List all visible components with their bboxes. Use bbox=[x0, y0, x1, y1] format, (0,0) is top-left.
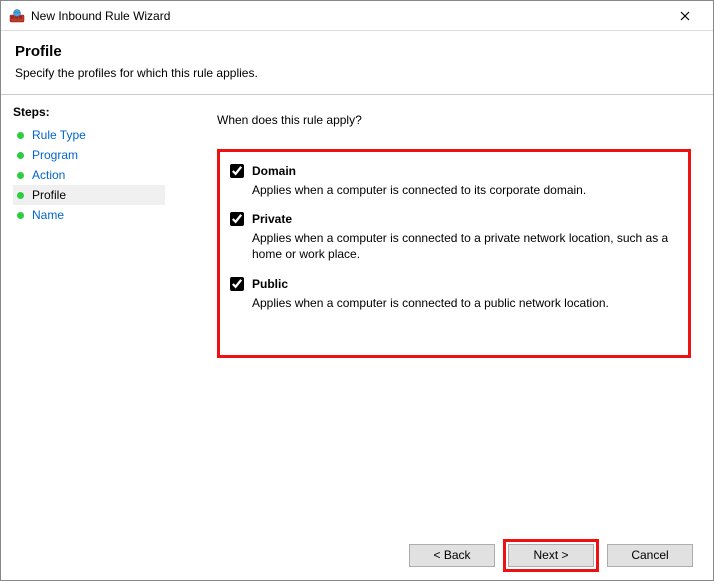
profile-option-domain: Domain Applies when a computer is connect… bbox=[230, 164, 678, 198]
page-subtitle: Specify the profiles for which this rule… bbox=[15, 66, 699, 80]
steps-heading: Steps: bbox=[13, 105, 165, 119]
checkbox-public[interactable] bbox=[230, 277, 244, 291]
option-desc-private: Applies when a computer is connected to … bbox=[252, 230, 678, 262]
option-label-domain: Domain bbox=[252, 164, 296, 178]
titlebar: New Inbound Rule Wizard bbox=[1, 1, 713, 31]
step-bullet-icon bbox=[17, 152, 24, 159]
step-action[interactable]: Action bbox=[13, 165, 165, 185]
step-profile[interactable]: Profile bbox=[13, 185, 165, 205]
step-program[interactable]: Program bbox=[13, 145, 165, 165]
profile-question: When does this rule apply? bbox=[217, 113, 691, 127]
close-icon[interactable] bbox=[665, 2, 705, 30]
profile-option-public: Public Applies when a computer is connect… bbox=[230, 277, 678, 311]
step-bullet-icon bbox=[17, 192, 24, 199]
app-icon bbox=[9, 8, 25, 24]
steps-sidebar: Steps: Rule Type Program Action Profile Name bbox=[1, 95, 177, 531]
option-label-private: Private bbox=[252, 212, 292, 226]
page-title: Profile bbox=[15, 43, 699, 60]
profile-option-private: Private Applies when a computer is connec… bbox=[230, 212, 678, 262]
wizard-content: When does this rule apply? Domain Applies… bbox=[177, 95, 713, 531]
highlight-next: Next > bbox=[503, 539, 599, 572]
option-label-public: Public bbox=[252, 277, 288, 291]
step-label[interactable]: Profile bbox=[32, 188, 66, 202]
checkbox-domain[interactable] bbox=[230, 164, 244, 178]
wizard-footer: < Back Next > Cancel bbox=[1, 530, 713, 580]
cancel-button[interactable]: Cancel bbox=[607, 544, 693, 567]
checkbox-private[interactable] bbox=[230, 212, 244, 226]
option-desc-domain: Applies when a computer is connected to … bbox=[252, 182, 678, 198]
window-title: New Inbound Rule Wizard bbox=[31, 9, 665, 23]
back-button[interactable]: < Back bbox=[409, 544, 495, 567]
option-desc-public: Applies when a computer is connected to … bbox=[252, 295, 678, 311]
next-button[interactable]: Next > bbox=[508, 544, 594, 567]
step-label[interactable]: Rule Type bbox=[32, 128, 86, 142]
step-rule-type[interactable]: Rule Type bbox=[13, 125, 165, 145]
step-name[interactable]: Name bbox=[13, 205, 165, 225]
step-bullet-icon bbox=[17, 172, 24, 179]
step-label[interactable]: Name bbox=[32, 208, 64, 222]
step-bullet-icon bbox=[17, 132, 24, 139]
step-label[interactable]: Program bbox=[32, 148, 78, 162]
highlight-options-box: Domain Applies when a computer is connect… bbox=[217, 149, 691, 358]
step-label[interactable]: Action bbox=[32, 168, 65, 182]
wizard-header: Profile Specify the profiles for which t… bbox=[1, 31, 713, 95]
step-bullet-icon bbox=[17, 212, 24, 219]
